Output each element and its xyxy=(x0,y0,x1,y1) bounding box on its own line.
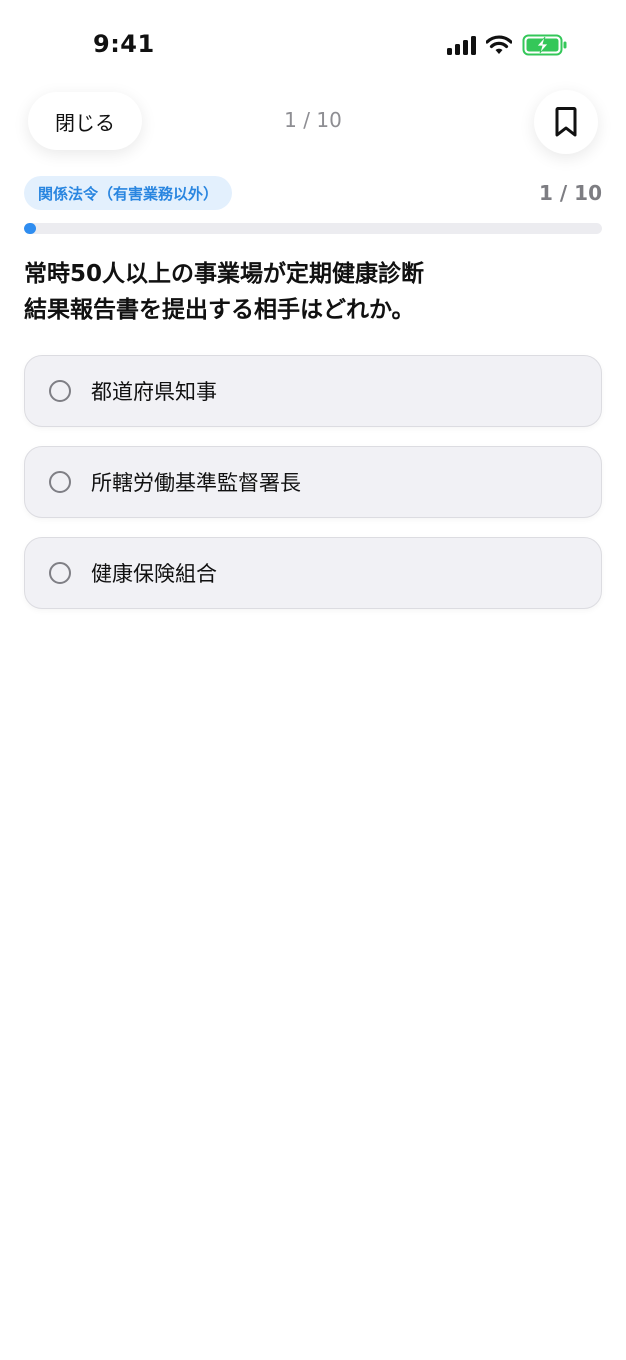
category-row: 関係法令（有害業務以外） 1 / 10 xyxy=(24,176,602,212)
radio-icon xyxy=(49,471,71,493)
answer-option-label: 所轄労働基準監督署長 xyxy=(91,471,301,495)
status-icons xyxy=(447,34,568,56)
bookmark-icon xyxy=(555,107,577,137)
answer-options: 都道府県知事 所轄労働基準監督署長 健康保険組合 xyxy=(24,355,602,628)
radio-icon xyxy=(49,380,71,402)
progress-bar xyxy=(24,223,602,234)
wifi-icon xyxy=(486,35,512,55)
answer-option-2[interactable]: 所轄労働基準監督署長 xyxy=(24,446,602,518)
question-text: 常時50人以上の事業場が定期健康診断 結果報告書を提出する相手はどれか。 xyxy=(24,261,425,323)
status-time: 9:41 xyxy=(93,30,155,58)
question-counter: 1 / 10 xyxy=(539,181,602,205)
progress-fill xyxy=(24,223,36,234)
radio-icon xyxy=(49,562,71,584)
answer-option-label: 健康保険組合 xyxy=(91,562,217,586)
top-progress-text: 1 / 10 xyxy=(284,108,342,132)
battery-charging-icon xyxy=(522,34,568,56)
answer-option-1[interactable]: 都道府県知事 xyxy=(24,355,602,427)
status-bar: 9:41 xyxy=(0,0,626,92)
answer-option-3[interactable]: 健康保険組合 xyxy=(24,537,602,609)
signal-icon xyxy=(447,35,476,55)
top-bar: 閉じる 1 / 10 xyxy=(0,90,626,154)
category-badge: 関係法令（有害業務以外） xyxy=(24,176,233,210)
bookmark-button[interactable] xyxy=(534,90,598,154)
answer-option-label: 都道府県知事 xyxy=(91,380,217,404)
